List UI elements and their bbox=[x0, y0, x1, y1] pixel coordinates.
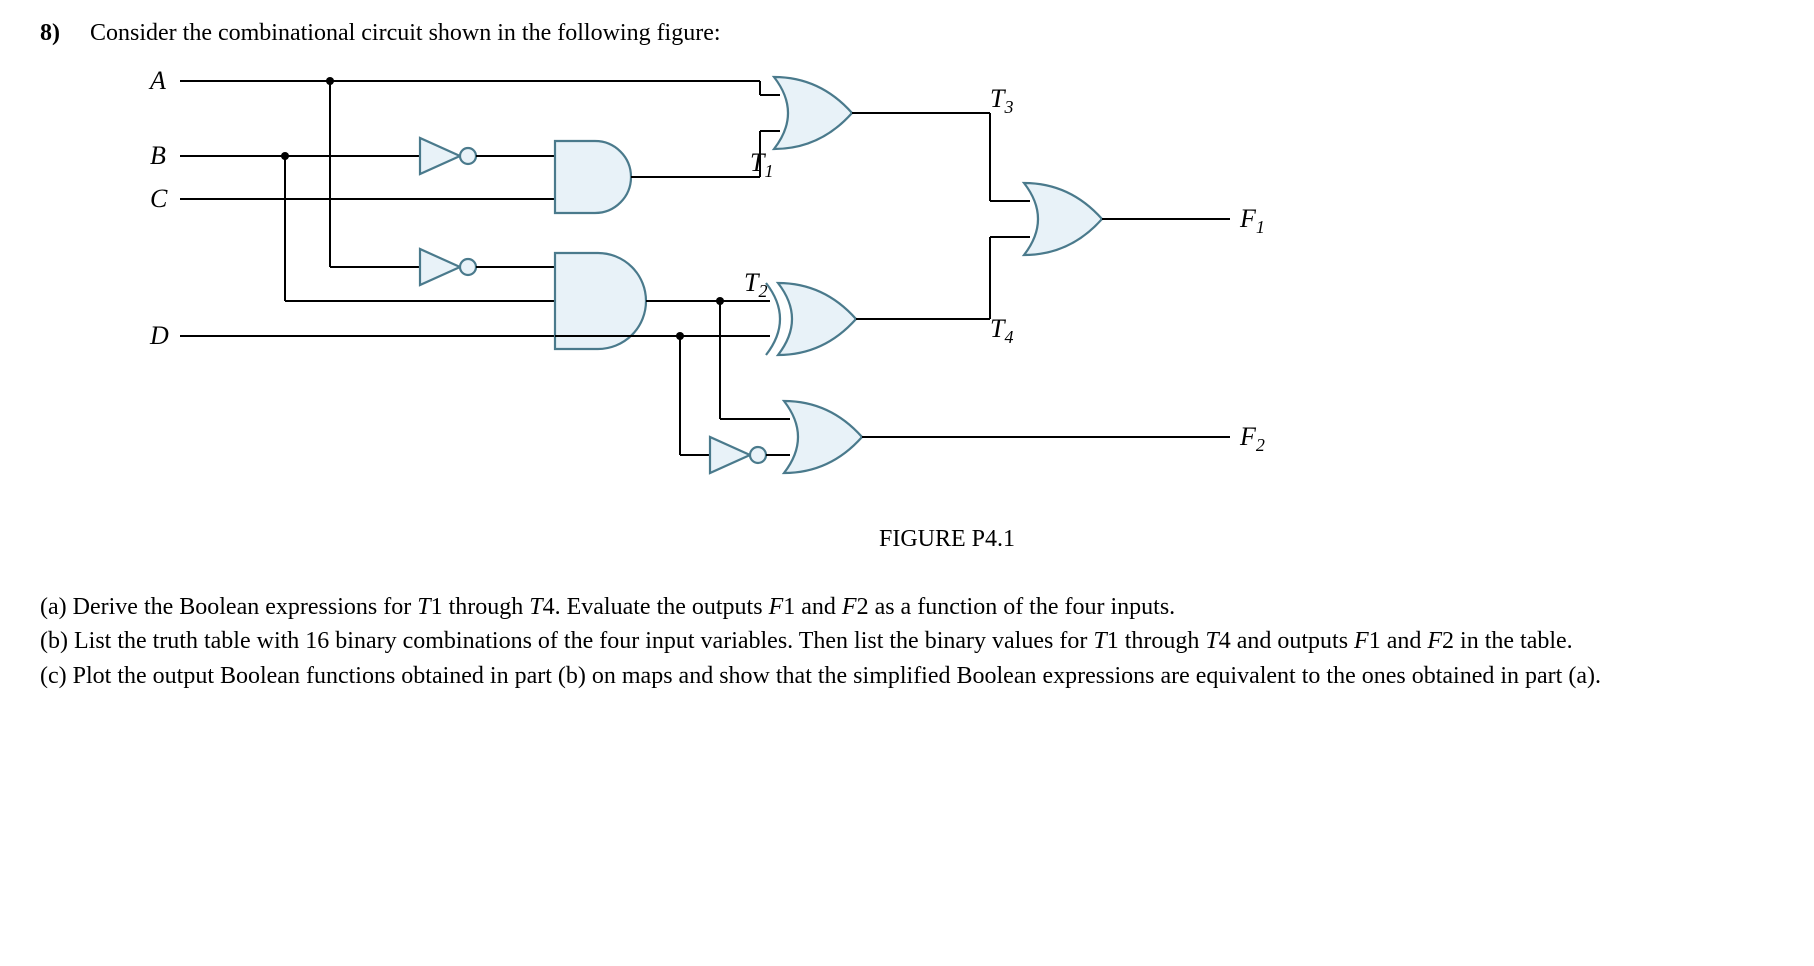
label-T3: T3 bbox=[990, 84, 1013, 117]
label-T2: T2 bbox=[744, 268, 767, 301]
part-b-F2: F bbox=[1427, 628, 1442, 654]
part-a-t3: . Evaluate the outputs bbox=[555, 594, 769, 620]
not-gate-D bbox=[710, 437, 766, 473]
label-T1: T1 bbox=[750, 148, 773, 181]
part-b-t1: List the truth table with bbox=[68, 628, 305, 654]
label-C: C bbox=[150, 184, 168, 213]
part-b-T1: T bbox=[1093, 628, 1106, 654]
xor-gate-T4 bbox=[766, 283, 856, 355]
circuit-figure: A B C D T1 T2 T3 bbox=[120, 51, 1774, 553]
part-b-t3: through bbox=[1119, 628, 1206, 654]
label-D: D bbox=[149, 321, 169, 350]
part-a-t2: through bbox=[443, 594, 530, 620]
not-gate-B bbox=[420, 138, 476, 174]
part-b: (b) List the truth table with 16 binary … bbox=[40, 625, 1774, 657]
problem-number: 8) bbox=[40, 20, 76, 47]
part-b-F2n: 2 bbox=[1442, 628, 1454, 654]
label-T4: T4 bbox=[990, 314, 1013, 347]
part-a-T4: T bbox=[529, 594, 542, 620]
circuit-svg: A B C D T1 T2 T3 bbox=[120, 51, 1280, 511]
part-b-F1: F bbox=[1354, 628, 1369, 654]
or-gate-F1 bbox=[1024, 183, 1102, 255]
part-a-F2: F bbox=[842, 594, 857, 620]
part-b-16: 16 bbox=[305, 628, 329, 654]
part-b-t6: in the table. bbox=[1454, 628, 1573, 654]
questions: (a) Derive the Boolean expressions for T… bbox=[40, 591, 1774, 692]
part-c-label: (c) bbox=[40, 663, 67, 689]
or-gate-T3 bbox=[774, 77, 852, 149]
part-a-label: (a) bbox=[40, 594, 67, 620]
part-b-t5: and bbox=[1381, 628, 1428, 654]
part-a-4: 4 bbox=[543, 594, 555, 620]
and-gate-1 bbox=[555, 141, 631, 213]
part-c: (c) Plot the output Boolean functions ob… bbox=[40, 660, 1774, 692]
label-A: A bbox=[148, 66, 166, 95]
part-b-label: (b) bbox=[40, 628, 68, 654]
part-a-1: 1 bbox=[431, 594, 443, 620]
figure-caption: FIGURE P4.1 bbox=[120, 526, 1774, 553]
part-a-t1: Derive the Boolean expressions for bbox=[67, 594, 418, 620]
part-a-t4: and bbox=[795, 594, 842, 620]
part-a: (a) Derive the Boolean expressions for T… bbox=[40, 591, 1774, 623]
label-F1: F1 bbox=[1239, 204, 1265, 237]
part-b-t4: and outputs bbox=[1231, 628, 1354, 654]
part-a-t5: as a function of the four inputs. bbox=[869, 594, 1176, 620]
label-B: B bbox=[150, 141, 166, 170]
part-a-F1: F bbox=[769, 594, 784, 620]
or-gate-F2 bbox=[784, 401, 862, 473]
part-b-T4: T bbox=[1205, 628, 1218, 654]
label-F2: F2 bbox=[1239, 422, 1265, 455]
problem-intro: Consider the combinational circuit shown… bbox=[90, 20, 1774, 47]
part-b-F1n: 1 bbox=[1369, 628, 1381, 654]
part-a-T1: T bbox=[417, 594, 430, 620]
not-gate-A bbox=[420, 249, 476, 285]
problem-header: 8) Consider the combinational circuit sh… bbox=[40, 20, 1774, 47]
part-b-T1n: 1 bbox=[1107, 628, 1119, 654]
part-c-text: Plot the output Boolean functions obtain… bbox=[67, 663, 1601, 689]
part-a-F1n: 1 bbox=[783, 594, 795, 620]
part-b-t2: binary combinations of the four input va… bbox=[329, 628, 1093, 654]
part-a-F2n: 2 bbox=[857, 594, 869, 620]
part-b-T4n: 4 bbox=[1219, 628, 1231, 654]
and-gate-2 bbox=[555, 253, 646, 349]
